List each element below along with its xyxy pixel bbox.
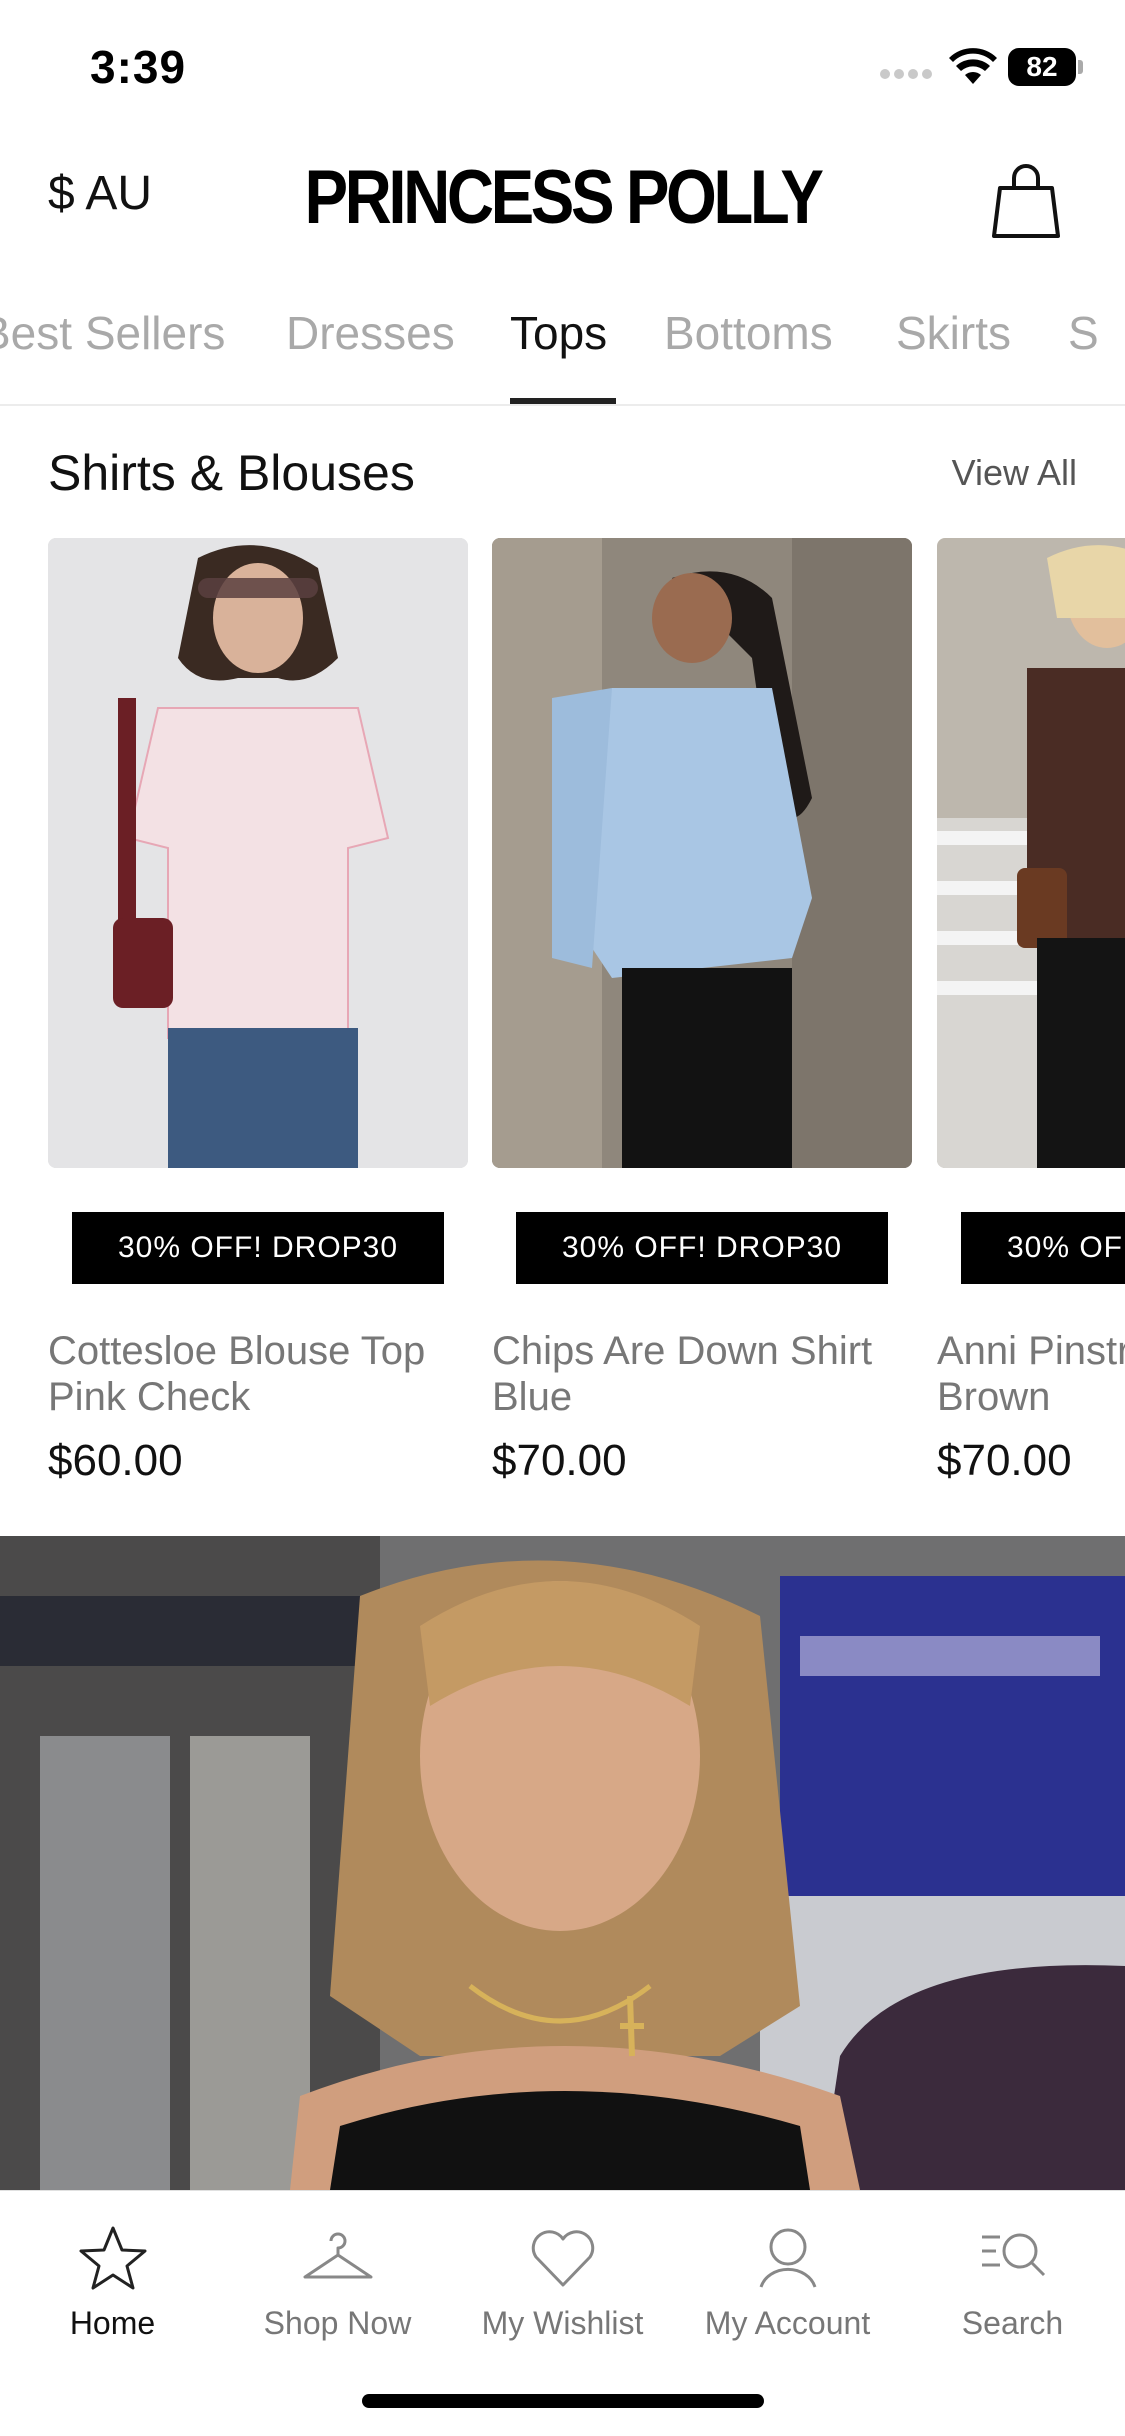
nav-account[interactable]: My Account xyxy=(675,2211,900,2361)
nav-label: My Wishlist xyxy=(481,2305,644,2341)
shopping-bag-icon[interactable] xyxy=(990,160,1062,240)
product-name[interactable]: Anni Pinstripe Shirt Brown xyxy=(937,1328,1125,1420)
active-tab-indicator xyxy=(510,398,616,404)
app-screen: 3:39 82 $ AU PRINCESS POLLY Best Sellers… xyxy=(0,0,1125,2436)
product-image[interactable] xyxy=(937,538,1125,1168)
tab-bottoms[interactable]: Bottoms xyxy=(664,306,833,360)
nav-label: My Account xyxy=(704,2305,871,2341)
product-price: $70.00 xyxy=(492,1436,627,1485)
product-card[interactable]: 30% OFF! DROP30 Cottesloe Blouse Top Pin… xyxy=(48,538,468,1498)
product-name-line: Chips Are Down Shirt xyxy=(492,1329,873,1373)
section-title: Shirts & Blouses xyxy=(48,445,415,501)
product-price: $70.00 xyxy=(937,1436,1072,1485)
tab-best-sellers[interactable]: Best Sellers xyxy=(0,306,225,360)
wifi-icon xyxy=(949,48,997,84)
nav-home[interactable]: Home xyxy=(0,2211,225,2361)
product-name[interactable]: Cottesloe Blouse Top Pink Check xyxy=(48,1328,468,1420)
heart-icon xyxy=(531,2230,594,2287)
tab-more[interactable]: S xyxy=(1068,306,1099,360)
star-icon xyxy=(79,2226,146,2290)
status-time: 3:39 xyxy=(90,41,187,93)
product-name[interactable]: Chips Are Down Shirt Blue xyxy=(492,1328,912,1420)
nav-label: Home xyxy=(69,2305,156,2341)
app-header: $ AU PRINCESS POLLY xyxy=(0,130,1125,270)
brand-logo[interactable]: PRINCESS POLLY xyxy=(79,154,1047,241)
status-bar: 3:39 82 xyxy=(0,0,1125,130)
product-price: $60.00 xyxy=(48,1436,183,1485)
cellular-signal-icon xyxy=(880,66,936,82)
nav-label: Search xyxy=(961,2305,1064,2341)
promo-badge: 30% OFF! DROP30 xyxy=(961,1212,1125,1284)
person-icon xyxy=(759,2228,816,2288)
product-name-line: Blue xyxy=(492,1375,573,1419)
product-image[interactable] xyxy=(492,538,912,1168)
category-tabs: Best Sellers Dresses Tops Bottoms Skirts… xyxy=(0,290,1125,406)
view-all-link[interactable]: View All xyxy=(952,452,1077,494)
tab-tops[interactable]: Tops xyxy=(510,306,607,360)
promo-badge: 30% OFF! DROP30 xyxy=(516,1212,888,1284)
nav-search[interactable]: Search xyxy=(900,2211,1125,2361)
product-name-line: Brown xyxy=(937,1375,1051,1419)
nav-wishlist[interactable]: My Wishlist xyxy=(450,2211,675,2361)
product-card[interactable]: 30% OFF! DROP30 Chips Are Down Shirt Blu… xyxy=(492,538,912,1498)
tab-skirts[interactable]: Skirts xyxy=(896,306,1011,360)
hero-banner-image[interactable] xyxy=(0,1536,1125,2190)
product-card[interactable]: 30% OFF! DROP30 Anni Pinstripe Shirt Bro… xyxy=(937,538,1125,1498)
product-name-line: Cottesloe Blouse Top xyxy=(48,1329,426,1373)
nav-shop-now[interactable]: Shop Now xyxy=(225,2211,450,2361)
promo-badge: 30% OFF! DROP30 xyxy=(72,1212,444,1284)
product-name-line: Pink Check xyxy=(48,1375,251,1419)
hanger-icon xyxy=(303,2232,372,2279)
product-image[interactable] xyxy=(48,538,468,1168)
home-indicator xyxy=(362,2394,764,2408)
battery-icon xyxy=(1078,60,1083,74)
product-name-line: Anni Pinstripe Shirt xyxy=(937,1329,1125,1373)
tab-dresses[interactable]: Dresses xyxy=(286,306,455,360)
search-icon xyxy=(981,2233,1045,2277)
battery-level: 82 xyxy=(1008,48,1076,86)
nav-label: Shop Now xyxy=(263,2305,412,2341)
